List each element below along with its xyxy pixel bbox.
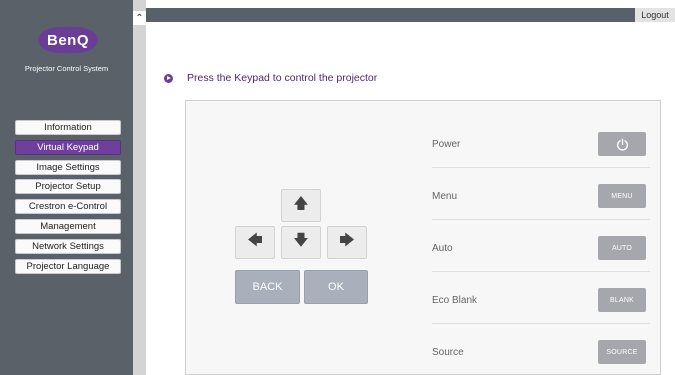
- row-divider: [432, 167, 650, 168]
- arrow-left-icon: 🡄: [247, 232, 263, 249]
- arrow-down-icon: 🡇: [293, 232, 309, 249]
- sidebar-item-virtual-keypad[interactable]: Virtual Keypad: [15, 139, 121, 155]
- source-button[interactable]: SOURCE: [598, 340, 646, 364]
- sidebar-item-information[interactable]: Information: [15, 120, 121, 135]
- keypad-panel: 🡅 🡄 🡇 🡆 BACK OK Power Menu MENU Auto AUT…: [185, 100, 661, 375]
- down-arrow-button[interactable]: 🡇: [281, 226, 321, 259]
- top-bar: Logout: [146, 8, 675, 22]
- play-bullet-icon: [164, 73, 173, 83]
- vertical-scrollbar[interactable]: [133, 0, 146, 375]
- instruction-text: Press the Keypad to control the projecto…: [187, 72, 378, 84]
- power-label: Power: [432, 139, 461, 150]
- instruction-header: Press the Keypad to control the projecto…: [164, 72, 377, 84]
- benq-logo: BenQ: [38, 27, 98, 53]
- sidebar-item-network-settings[interactable]: Network Settings: [15, 238, 121, 254]
- sidebar-nav: Information Virtual Keypad Image Setting…: [15, 120, 121, 278]
- sidebar-item-image-settings[interactable]: Image Settings: [15, 159, 121, 175]
- row-divider: [432, 271, 650, 272]
- right-arrow-button[interactable]: 🡆: [327, 226, 367, 259]
- power-icon: [616, 138, 628, 151]
- sidebar: BenQ Projector Control System Informatio…: [0, 0, 133, 375]
- logo-text: BenQ: [46, 31, 89, 49]
- menu-label: Menu: [432, 191, 458, 202]
- scroll-up-button[interactable]: ⌃: [133, 11, 146, 25]
- system-subtitle: Projector Control System: [24, 64, 109, 73]
- blank-button[interactable]: BLANK: [598, 288, 646, 312]
- ok-button[interactable]: OK: [304, 270, 368, 304]
- logout-button[interactable]: Logout: [635, 8, 675, 22]
- sidebar-item-projector-setup[interactable]: Projector Setup: [15, 179, 121, 195]
- arrow-right-icon: 🡆: [339, 232, 355, 249]
- app-window: BenQ Projector Control System Informatio…: [0, 0, 675, 375]
- sidebar-item-projector-language[interactable]: Projector Language: [15, 258, 121, 274]
- row-divider: [432, 219, 650, 220]
- back-button[interactable]: BACK: [235, 270, 300, 304]
- menu-button[interactable]: MENU: [598, 184, 646, 208]
- eco-blank-label: Eco Blank: [432, 295, 478, 306]
- sidebar-item-management[interactable]: Management: [15, 218, 121, 234]
- chevron-up-icon: ⌃: [135, 12, 144, 24]
- up-arrow-button[interactable]: 🡅: [281, 189, 321, 222]
- left-arrow-button[interactable]: 🡄: [235, 226, 275, 259]
- row-divider: [432, 323, 650, 324]
- auto-label: Auto: [432, 243, 453, 254]
- arrow-up-icon: 🡅: [293, 195, 309, 212]
- sidebar-item-crestron-e-control[interactable]: Crestron e-Control: [15, 199, 121, 215]
- power-button[interactable]: [598, 132, 646, 156]
- auto-button[interactable]: AUTO: [598, 236, 646, 260]
- source-label: Source: [432, 347, 464, 358]
